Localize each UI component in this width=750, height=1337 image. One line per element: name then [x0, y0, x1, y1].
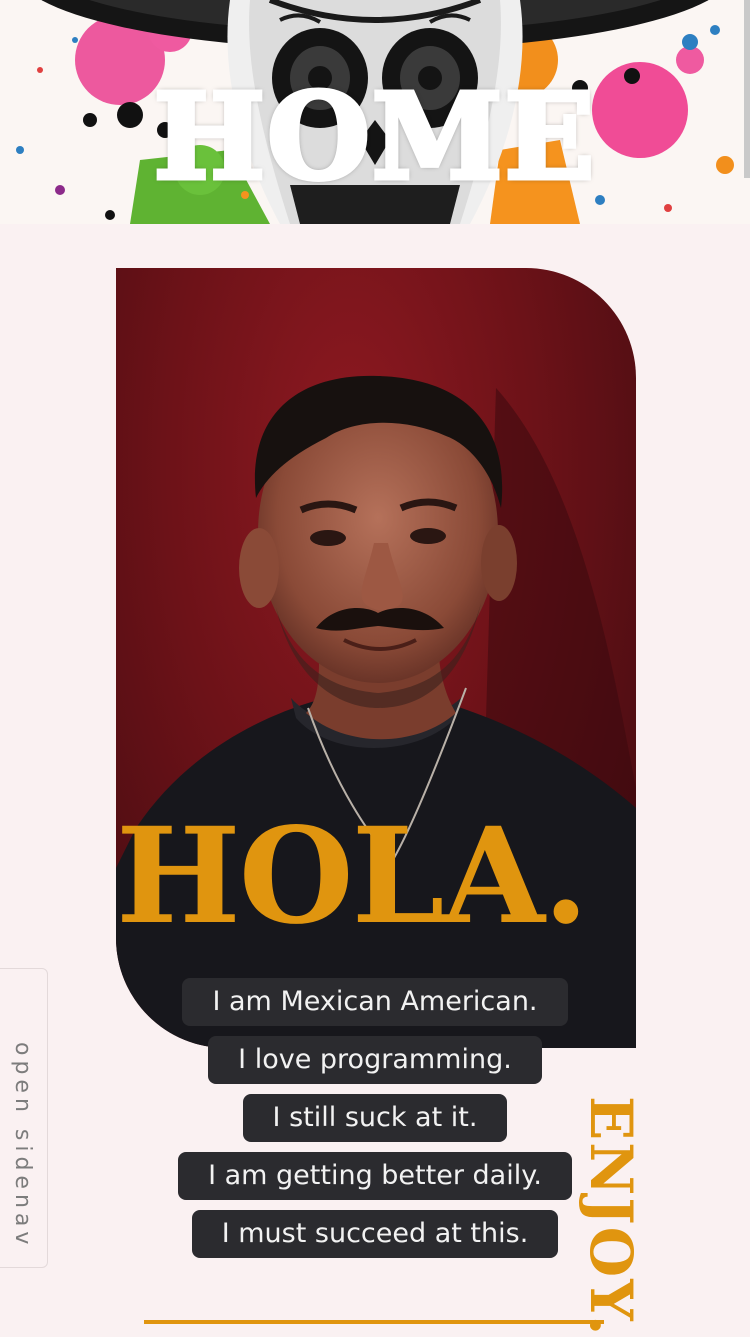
- statement-pill: I still suck at it.: [242, 1094, 508, 1142]
- header-banner: HOME: [0, 0, 750, 224]
- statement-pill: I love programming.: [208, 1036, 542, 1084]
- scrollbar[interactable]: [744, 0, 750, 178]
- open-sidenav-label: open sidenav: [10, 1042, 35, 1250]
- statement-pill: I am getting better daily.: [178, 1152, 572, 1200]
- enjoy-heading: ENJOY.: [577, 1096, 645, 1337]
- greeting-heading: HOLA.: [116, 799, 589, 954]
- statement-pill: I am Mexican American.: [182, 978, 568, 1026]
- statement-pill: I must succeed at this.: [191, 1210, 559, 1258]
- open-sidenav-button[interactable]: open sidenav: [0, 968, 48, 1268]
- banner-title: HOME: [151, 67, 597, 206]
- accent-divider: [144, 1320, 604, 1324]
